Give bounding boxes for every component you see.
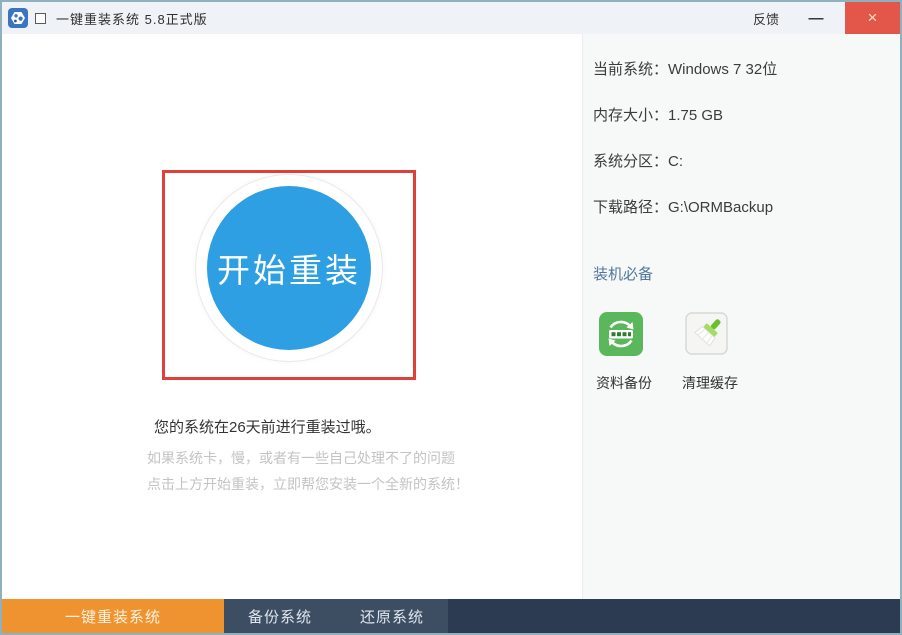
title-bar: 一键重装系统 5.8正式版 反馈 — × xyxy=(2,2,900,34)
main-area: 开始重装 您的系统在26天前进行重装过哦。 如果系统卡，慢，或者有一些自己处理不… xyxy=(2,34,582,599)
feedback-link[interactable]: 反馈 xyxy=(753,9,779,28)
info-label: 内存大小： xyxy=(593,107,668,124)
hint-text-line1: 如果系统卡，慢，或者有一些自己处理不了的问题 xyxy=(147,448,455,468)
info-value: C: xyxy=(668,153,683,170)
backup-sync-icon xyxy=(599,312,643,356)
app-logo-icon xyxy=(8,8,28,28)
app-title: 一键重装系统 5.8正式版 xyxy=(56,9,208,28)
tab-one-click-reinstall[interactable]: 一键重装系统 xyxy=(2,599,224,633)
hint-text-line2: 点击上方开始重装，立即帮您安装一个全新的系统！ xyxy=(147,474,469,494)
tools-section-header: 装机必备 xyxy=(593,263,900,284)
tool-label: 资料备份 xyxy=(596,373,679,393)
info-memory-size: 内存大小：1.75 GB xyxy=(593,104,900,125)
clean-brush-icon xyxy=(685,312,729,356)
minimize-button[interactable]: — xyxy=(801,2,831,34)
content-area: 开始重装 您的系统在26天前进行重装过哦。 如果系统卡，慢，或者有一些自己处理不… xyxy=(2,34,900,599)
start-reinstall-button[interactable]: 开始重装 xyxy=(207,186,371,350)
close-button[interactable]: × xyxy=(845,2,900,34)
start-button-ring: 开始重装 xyxy=(195,174,383,362)
info-label: 系统分区： xyxy=(593,153,668,170)
info-download-path: 下载路径：G:\ORMBackup xyxy=(593,196,900,217)
tab-backup-system[interactable]: 备份系统 xyxy=(224,599,336,633)
info-label: 当前系统： xyxy=(593,61,668,78)
tab-restore-system[interactable]: 还原系统 xyxy=(336,599,448,633)
tabbar-filler xyxy=(448,599,900,633)
tools-row: 资料备份 清理缓存 xyxy=(593,312,900,393)
info-current-system: 当前系统：Windows 7 32位 xyxy=(593,58,900,79)
tool-clear-cache[interactable]: 清理缓存 xyxy=(679,312,765,393)
system-info-sidebar: 当前系统：Windows 7 32位 内存大小：1.75 GB 系统分区：C: … xyxy=(582,34,900,599)
tool-label: 清理缓存 xyxy=(682,373,765,393)
reinstall-status-text: 您的系统在26天前进行重装过哦。 xyxy=(154,416,381,437)
tool-data-backup[interactable]: 资料备份 xyxy=(593,312,679,393)
info-value: 1.75 GB xyxy=(668,107,723,124)
info-value: G:\ORMBackup xyxy=(668,199,773,216)
app-window: 一键重装系统 5.8正式版 反馈 — × 开始重装 您的系统在26天前进行重装过… xyxy=(0,0,902,635)
info-label: 下载路径： xyxy=(593,199,668,216)
info-value: Windows 7 32位 xyxy=(668,61,777,78)
skin-square-icon[interactable] xyxy=(35,13,46,24)
info-system-partition: 系统分区：C: xyxy=(593,150,900,171)
bottom-tab-bar: 一键重装系统 备份系统 还原系统 xyxy=(2,599,900,633)
